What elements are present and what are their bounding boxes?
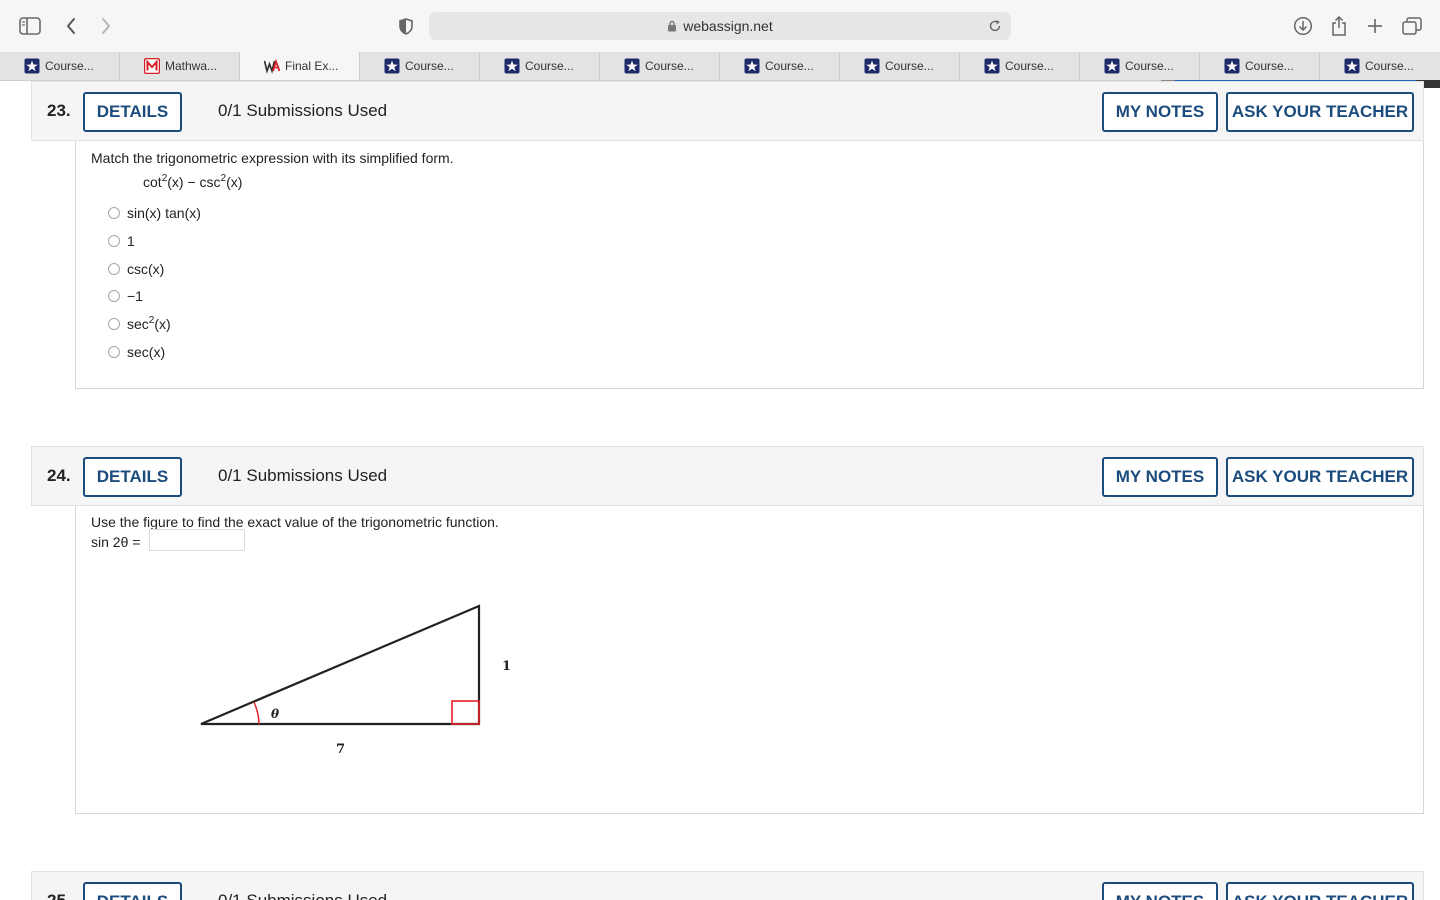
- new-tab-icon[interactable]: [1361, 12, 1389, 40]
- question-number: 25.: [47, 891, 71, 900]
- details-button[interactable]: DETAILS: [83, 457, 182, 497]
- tab-course-12[interactable]: Course...: [1320, 52, 1440, 80]
- my-notes-button[interactable]: MY NOTES: [1102, 882, 1218, 900]
- side-label-vertical: 1: [502, 659, 511, 674]
- sidebar-toggle-icon[interactable]: [16, 12, 44, 40]
- radio-button[interactable]: [108, 346, 120, 358]
- tab-course-9[interactable]: Course...: [960, 52, 1080, 80]
- angle-label: θ: [271, 707, 279, 721]
- webassign-icon: [264, 58, 280, 74]
- question-prompt: Match the trigonometric expression with …: [91, 150, 454, 166]
- star-badge-icon: [504, 58, 520, 74]
- tab-label: Course...: [1005, 59, 1054, 73]
- mathway-icon: [144, 58, 160, 74]
- details-button[interactable]: DETAILS: [83, 882, 182, 900]
- my-notes-button[interactable]: MY NOTES: [1102, 457, 1218, 497]
- tab-label: Course...: [1125, 59, 1174, 73]
- option-one[interactable]: 1: [108, 233, 135, 249]
- reload-icon[interactable]: [985, 16, 1005, 36]
- tab-course-6[interactable]: Course...: [600, 52, 720, 80]
- angle-arc: [253, 701, 260, 725]
- radio-button[interactable]: [108, 235, 120, 247]
- back-icon[interactable]: [57, 12, 85, 40]
- tab-label: Course...: [765, 59, 814, 73]
- star-badge-icon: [1344, 58, 1360, 74]
- tab-label: Final Ex...: [285, 59, 339, 73]
- address-bar[interactable]: webassign.net: [429, 12, 1011, 40]
- tab-course-7[interactable]: Course...: [720, 52, 840, 80]
- equation-label: sin 2θ =: [91, 534, 141, 550]
- star-badge-icon: [864, 58, 880, 74]
- radio-button[interactable]: [108, 290, 120, 302]
- question-number: 24.: [47, 466, 71, 485]
- star-badge-icon: [1104, 58, 1120, 74]
- question-24-header: 24. DETAILS 0/1 Submissions Used MY NOTE…: [31, 446, 1424, 506]
- submissions-used: 0/1 Submissions Used: [218, 466, 388, 485]
- tab-final-exam[interactable]: Final Ex...: [240, 52, 360, 80]
- radio-button[interactable]: [108, 207, 120, 219]
- tab-mathway[interactable]: Mathwa...: [120, 52, 240, 80]
- option-sec-squared[interactable]: sec2(x): [108, 316, 171, 332]
- browser-toolbar: webassign.net: [0, 0, 1440, 52]
- tab-course-11[interactable]: Course...: [1200, 52, 1320, 80]
- tab-overview-icon[interactable]: [1398, 12, 1426, 40]
- share-icon[interactable]: [1325, 12, 1353, 40]
- tab-label: Course...: [1245, 59, 1294, 73]
- question-prompt: Use the figure to find the exact value o…: [91, 514, 499, 530]
- star-badge-icon: [744, 58, 760, 74]
- tab-label: Course...: [405, 59, 454, 73]
- submissions-used: 0/1 Submissions Used: [218, 891, 387, 900]
- star-badge-icon: [624, 58, 640, 74]
- trig-expression: cot2(x) − csc2(x): [143, 173, 243, 191]
- option-sin-tan[interactable]: sin(x) tan(x): [108, 205, 201, 221]
- radio-button[interactable]: [108, 263, 120, 275]
- downloads-icon[interactable]: [1289, 12, 1317, 40]
- ask-teacher-button[interactable]: ASK YOUR TEACHER: [1226, 457, 1414, 497]
- question-24-body: Use the figure to find the exact value o…: [75, 506, 1424, 814]
- tab-course-5[interactable]: Course...: [480, 52, 600, 80]
- tab-label: Mathwa...: [165, 59, 218, 73]
- option-csc[interactable]: csc(x): [108, 261, 164, 277]
- option-negative-one[interactable]: −1: [108, 288, 143, 304]
- tab-label: Course...: [45, 59, 94, 73]
- star-badge-icon: [984, 58, 1000, 74]
- star-badge-icon: [384, 58, 400, 74]
- question-23-body: Match the trigonometric expression with …: [75, 141, 1424, 389]
- privacy-shield-icon[interactable]: [392, 12, 420, 40]
- tab-label: Course...: [645, 59, 694, 73]
- triangle-shape: [200, 604, 481, 726]
- right-angle-marker: [451, 700, 480, 725]
- ask-teacher-button[interactable]: ASK YOUR TEACHER: [1226, 92, 1414, 132]
- lock-icon: [667, 20, 677, 32]
- star-badge-icon: [1224, 58, 1240, 74]
- question-25-header: 25. DETAILS 0/1 Submissions Used MY NOTE…: [31, 871, 1424, 900]
- star-badge-icon: [24, 58, 40, 74]
- ask-teacher-button[interactable]: ASK YOUR TEACHER: [1226, 882, 1414, 900]
- option-sec[interactable]: sec(x): [108, 344, 165, 360]
- submissions-used: 0/1 Submissions Used: [218, 101, 388, 120]
- tab-label: Course...: [525, 59, 574, 73]
- side-label-horizontal: 7: [336, 742, 345, 757]
- tab-label: Course...: [885, 59, 934, 73]
- question-number: 23.: [47, 101, 71, 120]
- forward-icon[interactable]: [92, 12, 120, 40]
- details-button[interactable]: DETAILS: [83, 92, 182, 132]
- tab-course-8[interactable]: Course...: [840, 52, 960, 80]
- tab-label: Course...: [1365, 59, 1414, 73]
- tab-bar: Course... Mathwa... Final Ex... Course..…: [0, 52, 1440, 81]
- answer-input[interactable]: [149, 529, 245, 551]
- question-23-header: 23. DETAILS 0/1 Submissions Used MY NOTE…: [31, 81, 1424, 141]
- my-notes-button[interactable]: MY NOTES: [1102, 92, 1218, 132]
- url-text: webassign.net: [683, 18, 773, 34]
- radio-button[interactable]: [108, 318, 120, 330]
- tab-course-4[interactable]: Course...: [360, 52, 480, 80]
- tab-course-1[interactable]: Course...: [0, 52, 120, 80]
- tab-course-10[interactable]: Course...: [1080, 52, 1200, 80]
- right-triangle-figure: θ 1 7: [200, 604, 511, 757]
